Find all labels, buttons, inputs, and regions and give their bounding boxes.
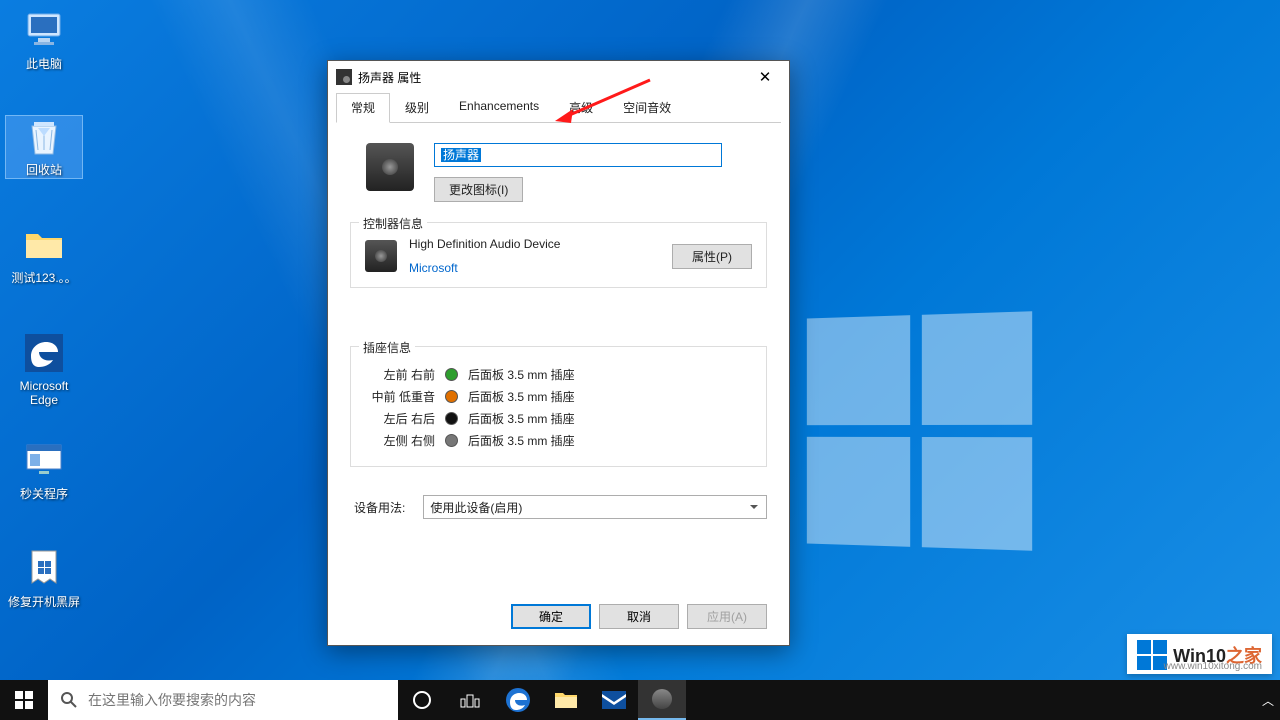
folder-icon xyxy=(23,224,65,266)
taskbar-sound-settings[interactable] xyxy=(638,680,686,720)
desktop-icon-label: 此电脑 xyxy=(6,56,82,72)
taskbar-edge[interactable] xyxy=(494,680,542,720)
close-button[interactable]: ✕ xyxy=(745,63,785,91)
group-title: 控制器信息 xyxy=(359,215,427,232)
taskbar-search[interactable] xyxy=(48,680,398,720)
ok-button[interactable]: 确定 xyxy=(511,604,591,629)
jack-desc: 后面板 3.5 mm 插座 xyxy=(468,410,575,427)
desktop-icon-label: Microsoft Edge xyxy=(6,378,82,408)
search-icon xyxy=(60,691,78,709)
jack-info-group: 插座信息 左前 右前后面板 3.5 mm 插座中前 低重音后面板 3.5 mm … xyxy=(350,346,767,467)
watermark-url: www.win10xitong.com xyxy=(1164,661,1262,672)
device-name-input[interactable]: 扬声器 xyxy=(434,143,722,167)
desktop-icon-recycle-bin[interactable]: 回收站 xyxy=(6,116,82,178)
jack-desc: 后面板 3.5 mm 插座 xyxy=(468,388,575,405)
change-icon-button[interactable]: 更改图标(I) xyxy=(434,177,523,202)
controller-info-group: 控制器信息 High Definition Audio Device Micro… xyxy=(350,222,767,288)
controller-vendor: Microsoft xyxy=(409,261,660,275)
repair-icon xyxy=(23,548,65,590)
dialog-titlebar[interactable]: 扬声器 属性 ✕ xyxy=(328,61,789,93)
dialog-title: 扬声器 属性 xyxy=(358,69,421,86)
jack-color-icon xyxy=(445,368,458,381)
edge-icon xyxy=(23,332,65,374)
tab-levels[interactable]: 级别 xyxy=(390,93,444,123)
taskbar-explorer[interactable] xyxy=(542,680,590,720)
jack-row: 中前 低重音 后面板 3.5 mm 插座 xyxy=(365,388,752,405)
tab-enhancements[interactable]: Enhancements xyxy=(444,93,554,123)
recycle-bin-icon xyxy=(23,116,65,158)
usage-label: 设备用法: xyxy=(354,499,405,516)
program-icon xyxy=(23,440,65,482)
jack-color-icon xyxy=(445,390,458,403)
desktop-icon-this-pc[interactable]: 此电脑 xyxy=(6,10,82,72)
speaker-properties-dialog: 扬声器 属性 ✕ 常规 级别 Enhancements 高级 空间音效 扬声器 … xyxy=(327,60,790,646)
speaker-icon xyxy=(336,69,352,85)
jack-desc: 后面板 3.5 mm 插座 xyxy=(468,432,575,449)
start-button[interactable] xyxy=(0,680,48,720)
tab-advanced[interactable]: 高级 xyxy=(554,93,608,123)
apply-button[interactable]: 应用(A) xyxy=(687,604,767,629)
dialog-body: 扬声器 更改图标(I) 控制器信息 High Definition Audio … xyxy=(328,123,789,604)
taskbar: ︿ xyxy=(0,680,1280,720)
group-title: 插座信息 xyxy=(359,339,415,356)
desktop-icon-edge[interactable]: Microsoft Edge xyxy=(6,332,82,408)
tab-row: 常规 级别 Enhancements 高级 空间音效 xyxy=(328,93,789,123)
jack-label: 左侧 右侧 xyxy=(365,432,435,449)
jack-desc: 后面板 3.5 mm 插座 xyxy=(468,366,575,383)
usage-value: 使用此设备(启用) xyxy=(430,499,522,516)
jack-color-icon xyxy=(445,412,458,425)
jack-row: 左后 右后 后面板 3.5 mm 插座 xyxy=(365,410,752,427)
tray-chevron-icon[interactable]: ︿ xyxy=(1262,692,1274,709)
wallpaper-windows-logo xyxy=(807,311,1032,550)
search-input[interactable] xyxy=(88,692,398,708)
cancel-button[interactable]: 取消 xyxy=(599,604,679,629)
desktop-icon-shutdown[interactable]: 秒关程序 xyxy=(6,440,82,502)
desktop-icon-repair[interactable]: 修复开机黑屏 xyxy=(6,548,82,610)
device-large-icon xyxy=(366,143,414,191)
device-name-value: 扬声器 xyxy=(441,148,481,162)
cortana-button[interactable] xyxy=(398,680,446,720)
taskbar-mail[interactable] xyxy=(590,680,638,720)
watermark: Win10之家 www.win10xitong.com xyxy=(1127,634,1272,674)
tab-general[interactable]: 常规 xyxy=(336,93,390,123)
controller-name: High Definition Audio Device xyxy=(409,237,660,251)
usage-select[interactable]: 使用此设备(启用) xyxy=(423,495,767,519)
jack-color-icon xyxy=(445,434,458,447)
jack-label: 左后 右后 xyxy=(365,410,435,427)
desktop-icon-label: 测试123.。。 xyxy=(6,270,82,286)
controller-icon xyxy=(365,240,397,272)
jack-label: 中前 低重音 xyxy=(365,388,435,405)
jack-label: 左前 右前 xyxy=(365,366,435,383)
jack-row: 左侧 右侧 后面板 3.5 mm 插座 xyxy=(365,432,752,449)
jack-row: 左前 右前 后面板 3.5 mm 插座 xyxy=(365,366,752,383)
desktop-icon-folder[interactable]: 测试123.。。 xyxy=(6,224,82,286)
desktop-icon-label: 回收站 xyxy=(6,162,82,178)
task-view-button[interactable] xyxy=(446,680,494,720)
desktop-icon-label: 修复开机黑屏 xyxy=(6,594,82,610)
tab-spatial[interactable]: 空间音效 xyxy=(608,93,686,123)
desktop-icon-label: 秒关程序 xyxy=(6,486,82,502)
pc-icon xyxy=(23,10,65,52)
controller-properties-button[interactable]: 属性(P) xyxy=(672,244,752,269)
system-tray[interactable]: ︿ xyxy=(1262,692,1280,709)
